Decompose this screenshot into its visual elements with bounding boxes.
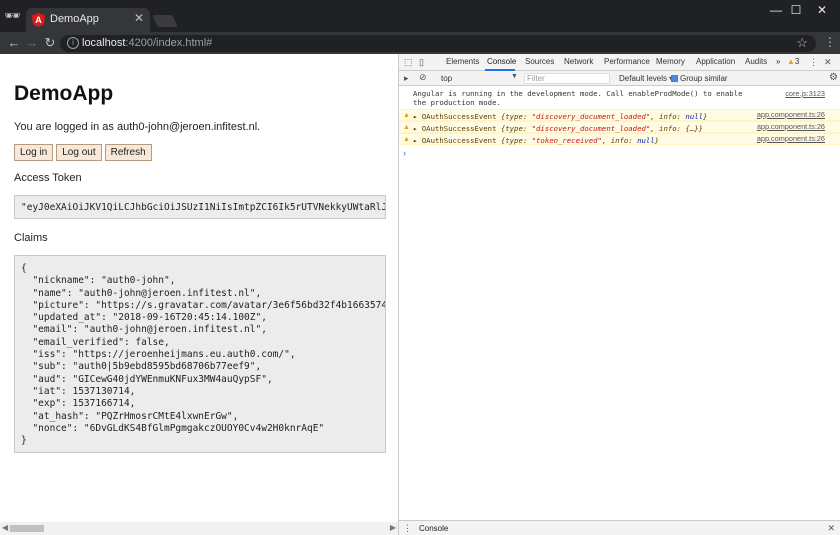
more-tabs-button[interactable]: » bbox=[776, 57, 780, 66]
claims-line: "nonce": "6DvGLdKS4BfGlmPgmgakczOUOY0Cv4… bbox=[21, 422, 325, 434]
claims-line: "exp": 1537166714, bbox=[21, 398, 136, 410]
claims-box: { "nickname": "auth0-john", "name": "aut… bbox=[14, 255, 386, 453]
console-source-link[interactable]: core.js:3123 bbox=[785, 89, 825, 98]
console-message-info: Angular is running in the development mo… bbox=[413, 89, 825, 107]
tab-close-icon[interactable]: ✕ bbox=[134, 11, 144, 25]
claims-line: "at_hash": "PQZrHmosrCMtE4lxwnErGw", bbox=[21, 410, 239, 422]
console-message-warning[interactable]: ▲ ▸ OAuthSuccessEvent {type: "discovery_… bbox=[399, 109, 840, 121]
claims-line: "picture": "https://s.gravatar.com/avata… bbox=[21, 299, 386, 311]
bookmark-star-icon[interactable]: ☆ bbox=[796, 35, 808, 51]
claims-line: "nickname": "auth0-john", bbox=[21, 275, 176, 287]
log-levels-dropdown[interactable]: Default levels ▾ bbox=[619, 74, 673, 83]
url-text: localhost:4200/index.html# bbox=[82, 37, 213, 49]
console-settings-gear-icon[interactable]: ⚙ bbox=[829, 72, 838, 83]
tab-application[interactable]: Application bbox=[696, 57, 735, 66]
login-button[interactable]: Log in bbox=[14, 144, 54, 161]
clear-console-icon[interactable]: ⊘ bbox=[419, 72, 427, 83]
claims-line: "email": "auth0-john@jeroen.infitest.nl"… bbox=[21, 324, 267, 336]
group-similar-checkbox[interactable]: Group similar bbox=[671, 74, 728, 83]
close-window-button[interactable]: ✕ bbox=[802, 0, 840, 22]
reload-icon[interactable]: ↻ bbox=[42, 35, 58, 51]
tab-network[interactable]: Network bbox=[564, 57, 593, 66]
console-toolbar: ▸ ⊘ top ▼ 👁 Filter Default levels ▾ Grou… bbox=[399, 71, 840, 86]
claims-line: "aud": "GICewG40jdYWEnmuKNFux3MW4auQypSF… bbox=[21, 373, 273, 385]
incognito-icon: 🕶 bbox=[4, 8, 21, 23]
tab-performance[interactable]: Performance bbox=[604, 57, 650, 66]
tab-memory[interactable]: Memory bbox=[656, 57, 685, 66]
console-filter-input[interactable]: Filter bbox=[524, 73, 610, 84]
tab-console[interactable]: Console bbox=[487, 57, 516, 66]
back-icon[interactable]: ← bbox=[6, 35, 22, 51]
tab-title: DemoApp bbox=[50, 13, 99, 25]
console-source-link[interactable]: app.component.ts:26 bbox=[757, 122, 825, 131]
tab-audits[interactable]: Audits bbox=[745, 57, 767, 66]
warning-icon: ▲ bbox=[787, 57, 795, 66]
address-bar[interactable]: i localhost:4200/index.html# ☆ bbox=[60, 35, 816, 52]
console-source-link[interactable]: app.component.ts:26 bbox=[757, 110, 825, 119]
claims-line: "updated_at": "2018-09-16T20:45:14.100Z"… bbox=[21, 312, 267, 324]
claims-line: "iat": 1537130714, bbox=[21, 385, 136, 397]
access-token-box: "eyJ0eXAiOiJKV1QiLCJhbGciOiJSUzI1NiIsImt… bbox=[14, 195, 386, 219]
console-prompt-icon[interactable]: › bbox=[403, 148, 406, 158]
claims-line: "name": "auth0-john@jeroen.infitest.nl", bbox=[21, 287, 262, 299]
device-toolbar-icon[interactable]: ▯ bbox=[419, 57, 424, 68]
browser-navbar: ← → ↻ i localhost:4200/index.html# ☆ ⋮ bbox=[0, 32, 840, 54]
scroll-right-icon[interactable]: ▶ bbox=[390, 523, 396, 532]
action-buttons: Log in Log out Refresh bbox=[14, 144, 152, 161]
devtools-tabbar: ⬚ ▯ Elements Console Sources Network Per… bbox=[399, 54, 840, 71]
claims-line: } bbox=[21, 435, 27, 447]
console-message-warning[interactable]: ▲ ▸ OAuthSuccessEvent {type: "token_rece… bbox=[399, 133, 840, 145]
console-source-link[interactable]: app.component.ts:26 bbox=[757, 134, 825, 143]
warning-icon: ▲ bbox=[403, 136, 410, 143]
scroll-left-icon[interactable]: ◀ bbox=[2, 523, 8, 532]
browser-titlebar: 🕶 A DemoApp ✕ — ☐ ✕ bbox=[0, 0, 840, 32]
new-tab-button[interactable] bbox=[152, 15, 178, 27]
info-icon[interactable]: i bbox=[67, 37, 79, 49]
horizontal-scrollbar[interactable]: ◀ ▶ bbox=[0, 522, 398, 535]
console-message-warning[interactable]: ▲ ▸ OAuthSuccessEvent {type: "discovery_… bbox=[399, 121, 840, 133]
access-token-heading: Access Token bbox=[14, 172, 82, 184]
devtools-close-icon[interactable]: ✕ bbox=[824, 57, 832, 68]
browser-tab[interactable]: A DemoApp ✕ bbox=[26, 8, 150, 32]
logout-button[interactable]: Log out bbox=[56, 144, 102, 161]
claims-line: "sub": "auth0|5b9ebd8595bd68706b77eef9", bbox=[21, 361, 262, 373]
inspect-element-icon[interactable]: ⬚ bbox=[404, 57, 413, 68]
claims-line: "email_verified": false, bbox=[21, 336, 170, 348]
scrollbar-thumb[interactable] bbox=[10, 525, 44, 532]
context-selector[interactable]: top bbox=[441, 74, 452, 83]
console-drawer-bar: ⋮ Console ✕ bbox=[399, 520, 840, 535]
page-title: DemoApp bbox=[14, 82, 114, 105]
drawer-close-icon[interactable]: ✕ bbox=[827, 523, 835, 534]
devtools-menu-icon[interactable]: ⋮ bbox=[809, 57, 818, 68]
devtools-panel: ⬚ ▯ Elements Console Sources Network Per… bbox=[398, 54, 840, 535]
claims-line: "iss": "https://jeroenheijmans.eu.auth0.… bbox=[21, 349, 296, 361]
warning-icon: ▲ bbox=[403, 124, 410, 131]
login-status-text: You are logged in as auth0-john@jeroen.i… bbox=[14, 121, 261, 133]
forward-icon[interactable]: → bbox=[24, 35, 40, 51]
context-dropdown-icon[interactable]: ▼ bbox=[511, 73, 518, 80]
claims-heading: Claims bbox=[14, 232, 48, 244]
tab-sources[interactable]: Sources bbox=[525, 57, 554, 66]
drawer-tab-console[interactable]: Console bbox=[419, 524, 448, 533]
browser-menu-icon[interactable]: ⋮ bbox=[824, 35, 836, 49]
warning-count-badge[interactable]: ▲3 bbox=[787, 57, 799, 66]
show-sidebar-icon[interactable]: ▸ bbox=[404, 73, 409, 84]
page-viewport: DemoApp You are logged in as auth0-john@… bbox=[0, 54, 398, 535]
claims-line: { bbox=[21, 263, 27, 274]
tab-elements[interactable]: Elements bbox=[446, 57, 479, 66]
angular-favicon-icon: A bbox=[32, 13, 45, 27]
drawer-menu-icon[interactable]: ⋮ bbox=[403, 523, 412, 534]
warning-icon: ▲ bbox=[403, 112, 410, 119]
refresh-button[interactable]: Refresh bbox=[104, 144, 152, 161]
